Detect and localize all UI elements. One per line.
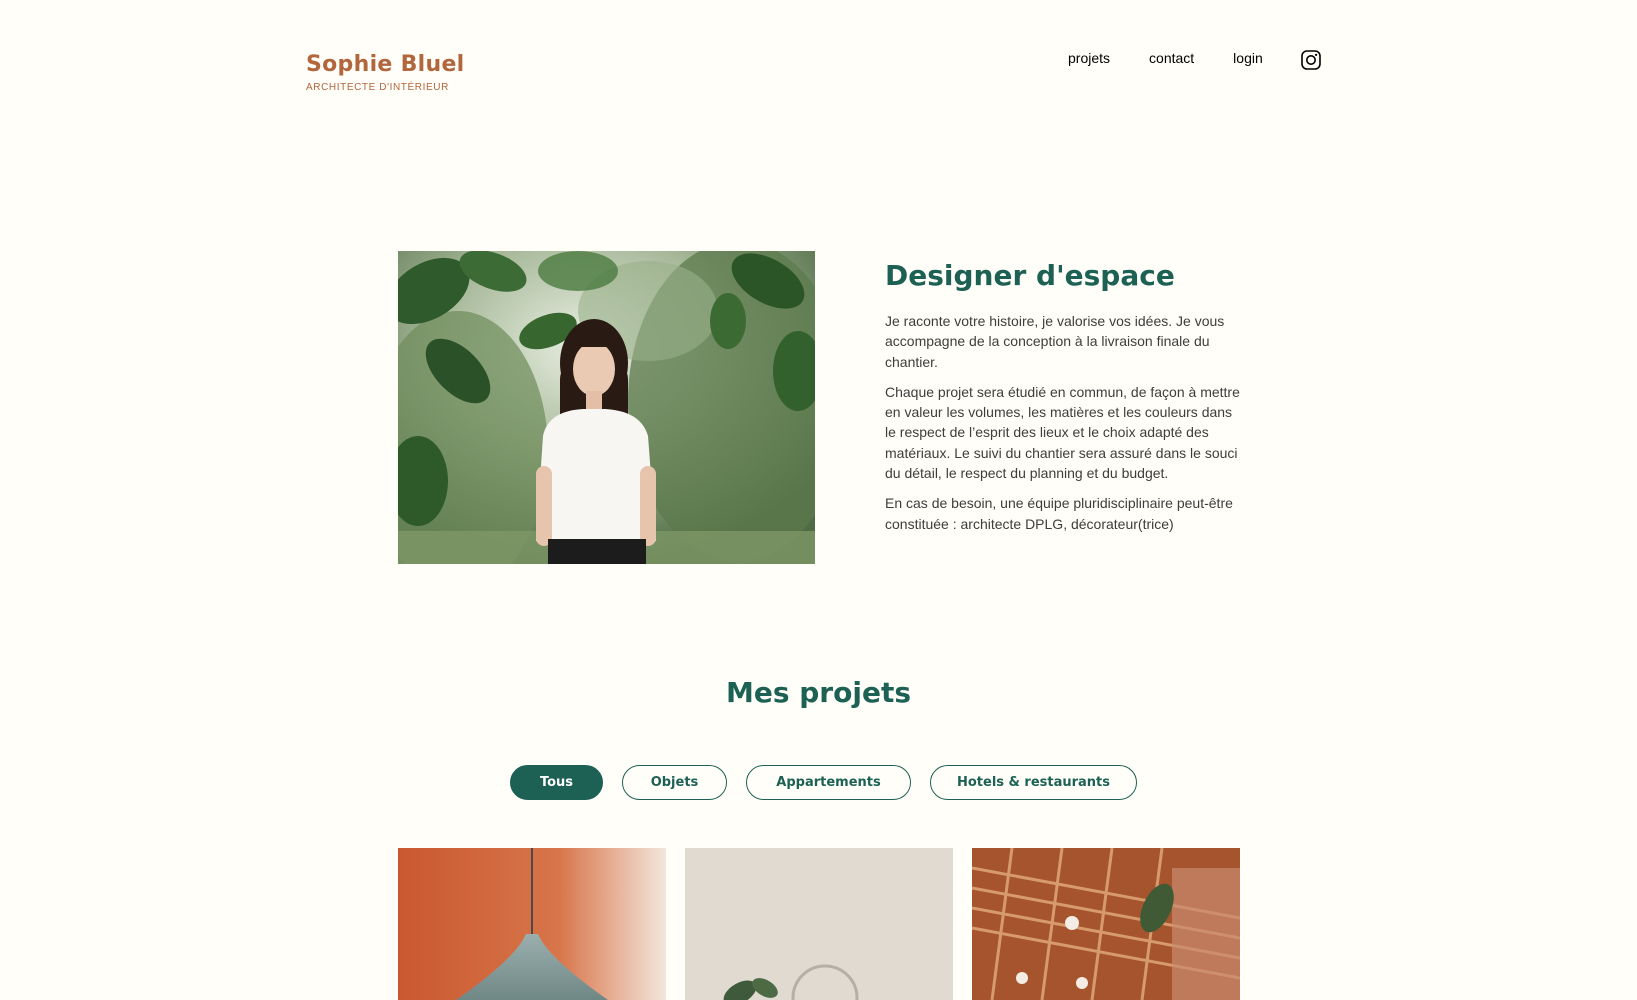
instagram-icon[interactable] [1300, 50, 1321, 70]
portrait-photo [398, 251, 815, 564]
project-image-restaurant[interactable] [972, 848, 1240, 1000]
project-image-apartment[interactable] [685, 848, 953, 1000]
logo-subtitle: ARCHITECTE D'INTÉRIEUR [306, 82, 449, 93]
intro-paragraph: En cas de besoin, une équipe pluridiscip… [885, 495, 1233, 532]
filter-button-appartements[interactable]: Appartements [746, 765, 911, 800]
filter-button-hotels-restaurants[interactable]: Hotels & restaurants [930, 765, 1137, 800]
nav-link-login[interactable]: login [1233, 46, 1263, 70]
intro-paragraph: Chaque projet sera étudié en commun, de … [885, 383, 1240, 482]
intro-paragraph: Je raconte votre histoire, je valorise v… [885, 313, 1225, 370]
intro-title: Designer d'espace [885, 259, 1175, 292]
nav-link-projets[interactable]: projets [1068, 46, 1110, 70]
project-image-lamp[interactable] [398, 848, 666, 1000]
intro-text: Designer d'espace Je raconte votre histo… [885, 255, 1245, 544]
nav-link-contact[interactable]: contact [1149, 46, 1194, 70]
logo[interactable]: Sophie Bluel ARCHITECTE D'INTÉRIEUR [306, 50, 465, 93]
logo-title: Sophie Bluel [306, 52, 465, 77]
projects-title: Mes projets [726, 676, 911, 709]
project-gallery [398, 848, 1240, 1000]
filter-button-tous[interactable]: Tous [510, 765, 603, 800]
filter-button-objets[interactable]: Objets [622, 765, 727, 800]
main-nav: projets contact login [1068, 46, 1321, 70]
filter-bar: Tous Objets Appartements Hotels & restau… [510, 765, 1156, 800]
